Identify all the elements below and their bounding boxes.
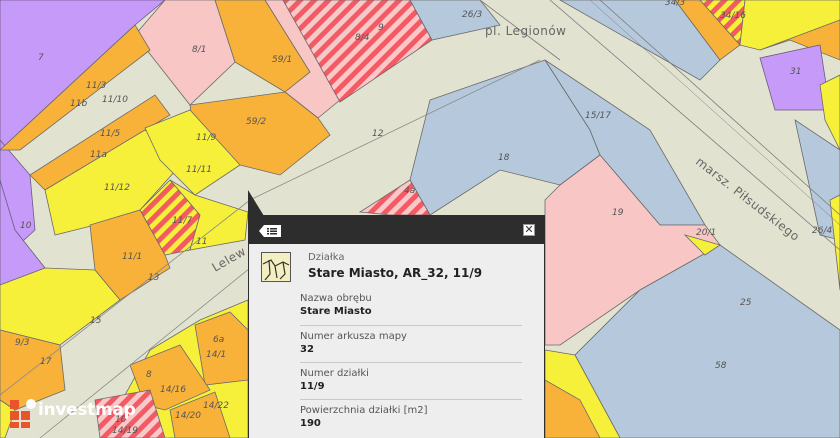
parcel-number-label: 11/5 <box>100 129 120 139</box>
parcel-number-label: 11b <box>70 99 87 109</box>
parcel-number-label: 11/7 <box>172 216 192 226</box>
parcel-number-label: 4a <box>404 186 415 196</box>
parcel-number-label: 8/1 <box>192 45 206 55</box>
parcel-number-label: 9 <box>378 23 384 33</box>
parcel-number-label: 31 <box>790 67 801 77</box>
parcel <box>194 311 249 386</box>
parcel-number-label: 8/4 <box>355 33 370 43</box>
parcel-number-label: 34/16 <box>720 11 746 21</box>
parcel-number-label: 26/3 <box>462 10 482 20</box>
parcel-number-label: 11/9 <box>196 133 216 143</box>
field-label: Nazwa obrębu <box>300 293 372 304</box>
field-numer-arkusza: Numer arkusza mapy 32 <box>300 325 522 362</box>
parcel-number-label: 15 <box>90 316 102 326</box>
field-label: Numer działki <box>300 368 369 379</box>
parcel-number-label: 13 <box>148 273 160 283</box>
parcel-number-label: 14/22 <box>203 401 229 411</box>
parcel-number-label: 14/16 <box>160 385 186 395</box>
parcel-number-label: 59/1 <box>272 55 292 65</box>
parcel-number-label: 15/17 <box>585 111 611 121</box>
parcel-number-label: 17 <box>40 357 52 367</box>
parcel-number-label: 11 <box>196 237 207 247</box>
parcel-number-label: 26/4 <box>812 226 832 236</box>
field-value: 190 <box>300 418 321 429</box>
field-label: Powierzchnia działki [m2] <box>300 405 428 416</box>
parcel-number-label: 8 <box>146 370 152 380</box>
parcel-number-label: 7 <box>38 53 44 63</box>
popup-toolbar: ✕ <box>249 216 544 244</box>
parcel-number-label: 11/11 <box>186 165 212 175</box>
parcel-info-popup: ✕ Działka Stare Miasto, AR_32, 11/9 Nazw… <box>248 215 545 438</box>
popup-pointer <box>248 190 264 216</box>
parcel-number-label: 14/20 <box>175 411 201 421</box>
parcel-number-label: 18 <box>498 153 510 163</box>
parcel-number-label: 25 <box>740 298 752 308</box>
parcel-number-label: 14/1 <box>206 350 226 360</box>
popup-header: Działka Stare Miasto, AR_32, 11/9 <box>249 244 544 288</box>
field-nazwa-obrebu: Nazwa obrębu Stare Miasto <box>300 288 522 325</box>
parcel-number-label: 11/3 <box>86 81 106 91</box>
list-icon[interactable] <box>259 225 281 237</box>
parcel-number-label: 11/1 <box>122 252 142 262</box>
parcel-number-label: 19 <box>612 208 624 218</box>
field-powierzchnia: Powierzchnia działki [m2] 190 <box>300 399 522 436</box>
parcel-number-label: 59/2 <box>246 117 266 127</box>
parcel-number-label: 6a <box>213 335 224 345</box>
field-label: Numer arkusza mapy <box>300 331 407 342</box>
parcel-number-label: 10 <box>20 221 32 231</box>
parcel-number-label: 58 <box>715 361 727 371</box>
parcel-map-icon <box>261 252 291 282</box>
feature-type-label: Działka <box>308 252 345 263</box>
logo-text: investmap <box>38 400 136 420</box>
parcel-number-label: 20/1 <box>696 228 716 238</box>
field-value: 32 <box>300 344 314 355</box>
close-icon[interactable]: ✕ <box>523 224 535 236</box>
field-value: Stare Miasto <box>300 306 372 317</box>
parcel-number-label: 11a <box>90 150 107 160</box>
parcel-number-label: 11/10 <box>102 95 128 105</box>
field-value: 11/9 <box>300 381 325 392</box>
parcel-number-label: 11/12 <box>104 183 130 193</box>
street-name: pl. Legionów <box>485 24 567 38</box>
parcel-title: Stare Miasto, AR_32, 11/9 <box>308 266 483 280</box>
parcel-number-label: 9/3 <box>15 338 30 348</box>
parcel-number-label: 12 <box>372 129 384 139</box>
field-numer-dzialki: Numer działki 11/9 <box>300 362 522 399</box>
parcel-number-label: 34/3 <box>665 0 685 8</box>
